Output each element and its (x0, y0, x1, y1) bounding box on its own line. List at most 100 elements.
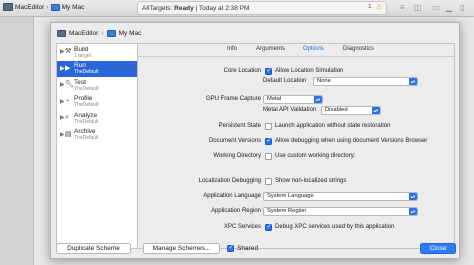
persistent-state-text: Launch application without state restora… (275, 123, 391, 129)
action-name: Analyze (74, 111, 98, 119)
debug-area-icon[interactable]: ▁ (446, 3, 452, 12)
application-region-select[interactable]: System Region ▴▾ (263, 207, 418, 216)
metal-api-label: Metal API Validation (263, 107, 317, 113)
xpc-services-label: XPC Services (223, 224, 261, 230)
xpc-services-text: Debug XPC services used by this applicat… (275, 224, 395, 230)
xpc-services-checkbox[interactable] (265, 223, 272, 231)
magnifier-icon: ⌕ (65, 114, 69, 121)
scheme-editor-sheet: MacEditor › My Mac ▶ ⚒ Build 1 target ▶ … (50, 22, 460, 259)
document-versions-checkbox[interactable] (265, 137, 272, 145)
allow-location-text: Allow Location Simulation (275, 68, 344, 74)
application-language-label: Application Language (203, 193, 261, 199)
localization-checkbox[interactable] (265, 178, 272, 185)
action-name: Archive (74, 128, 96, 136)
hammer-icon: ⚒ (65, 48, 72, 55)
play-icon: ▶ (65, 64, 71, 72)
wrench-icon: 🔧︎ (65, 81, 74, 88)
shared-label: Shared (237, 245, 258, 252)
tab-options[interactable]: Options (303, 46, 324, 52)
action-archive[interactable]: ▶ ▤ Archive TheDefault (57, 127, 137, 144)
action-analyze[interactable]: ▶ ⌕ Analyze TheDefault (57, 110, 137, 127)
warning-icon[interactable]: ⚠ (376, 3, 382, 11)
inspector-icon[interactable]: ▯ (460, 3, 464, 12)
default-location-select[interactable]: None ▴▾ (313, 77, 418, 86)
mac-icon (106, 29, 116, 37)
scheme-action-list: ▶ ⚒ Build 1 target ▶ ▶ Run TheDefault ▶ … (56, 43, 138, 249)
action-profile[interactable]: ▶ ◔ Profile TheDefault (57, 94, 137, 111)
action-run[interactable]: ▶ ▶ Run TheDefault (57, 60, 137, 77)
working-directory-checkbox[interactable] (265, 153, 272, 160)
editor-icon[interactable]: ≡ (400, 3, 405, 12)
activity-status: AllTargets: Ready | Today at 2:38 PM (137, 1, 387, 15)
document-versions-text: Allow debugging when using document Vers… (275, 138, 428, 144)
close-button[interactable]: Close (420, 243, 456, 254)
metal-api-value: Disabled (325, 107, 348, 113)
action-subtitle: TheDefault (74, 85, 99, 92)
action-test[interactable]: ▶ 🔧︎ Test TheDefault (57, 77, 137, 94)
action-subtitle: TheDefault (74, 135, 99, 142)
tab-info[interactable]: Info (227, 46, 237, 52)
chevron-updown-icon: ▴▾ (409, 193, 417, 200)
disclosure-triangle-icon[interactable]: ▶ (60, 48, 65, 55)
shared-checkbox[interactable] (227, 244, 234, 252)
navigator-icon[interactable]: ▭ (432, 3, 440, 12)
localization-debugging-label: Localization Debugging (198, 178, 261, 184)
assistant-icon[interactable]: ◫ (414, 3, 422, 12)
application-language-select[interactable]: System Language ▴▾ (263, 192, 418, 201)
tab-divider (138, 56, 454, 57)
duplicate-scheme-button[interactable]: Duplicate Scheme (56, 243, 131, 254)
action-name: Profile (74, 95, 93, 103)
disclosure-triangle-icon[interactable]: ▶ (60, 131, 65, 138)
default-location-value: None (317, 78, 331, 84)
scheme-selector[interactable]: MacEditor › My Mac (3, 3, 84, 11)
chevron-updown-icon: ▴▾ (372, 107, 380, 114)
destination-name[interactable]: My Mac (62, 4, 85, 11)
disclosure-triangle-icon[interactable]: ▶ (60, 65, 65, 72)
action-name: Build (74, 45, 89, 53)
action-build[interactable]: ▶ ⚒ Build 1 target (57, 44, 137, 61)
persistent-state-label: Persistent State (218, 123, 261, 129)
mac-icon (50, 3, 60, 11)
gpu-frame-capture-value: Metal (267, 96, 282, 102)
status-state: Ready (174, 4, 194, 12)
disclosure-triangle-icon[interactable]: ▶ (60, 81, 65, 88)
chevron-updown-icon: ▴▾ (314, 96, 322, 103)
action-subtitle: TheDefault (74, 69, 99, 76)
action-subtitle: TheDefault (74, 102, 99, 109)
action-name: Test (74, 78, 86, 86)
working-directory-text: Use custom working directory: (275, 153, 356, 159)
app-icon (57, 29, 66, 37)
chevron-right-icon: › (46, 3, 49, 11)
persistent-state-checkbox[interactable] (265, 123, 272, 130)
navigator-area (0, 17, 34, 265)
core-location-label: Core Location (223, 68, 261, 74)
chevron-updown-icon: ▴▾ (409, 78, 417, 85)
default-location-label: Default Location (263, 78, 307, 84)
sheet-scheme-name[interactable]: MacEditor (69, 30, 98, 37)
gauge-icon: ◔ (65, 97, 70, 105)
chevron-right-icon: › (101, 29, 104, 37)
metal-api-select[interactable]: Disabled ▴▾ (321, 106, 381, 115)
application-region-label: Application Region (210, 208, 261, 214)
sheet-destination[interactable]: My Mac (119, 30, 142, 37)
action-subtitle: 1 target (74, 52, 91, 59)
tab-arguments[interactable]: Arguments (256, 46, 285, 52)
status-target: AllTargets: (142, 4, 173, 12)
archive-box-icon: ▤ (65, 130, 72, 138)
tab-diagnostics[interactable]: Diagnostics (343, 46, 374, 52)
application-language-value: System Language (267, 193, 314, 199)
warning-count[interactable]: 1 (368, 3, 372, 10)
disclosure-triangle-icon[interactable]: ▶ (60, 114, 65, 121)
sheet-scheme-path[interactable]: MacEditor › My Mac (51, 23, 459, 43)
app-icon (3, 3, 13, 11)
gpu-frame-capture-select[interactable]: Metal ▴▾ (263, 95, 323, 104)
tab-bar: Info Arguments Options Diagnostics (138, 44, 454, 56)
run-options-panel: Info Arguments Options Diagnostics Core … (138, 43, 455, 249)
scheme-name[interactable]: MacEditor (15, 4, 44, 11)
gpu-frame-capture-label: GPU Frame Capture (205, 96, 261, 102)
allow-location-checkbox[interactable] (265, 67, 272, 75)
working-directory-label: Working Directory (213, 153, 261, 159)
disclosure-triangle-icon[interactable]: ▶ (60, 98, 65, 105)
action-name: Run (74, 62, 86, 70)
manage-schemes-button[interactable]: Manage Schemes... (143, 243, 220, 254)
